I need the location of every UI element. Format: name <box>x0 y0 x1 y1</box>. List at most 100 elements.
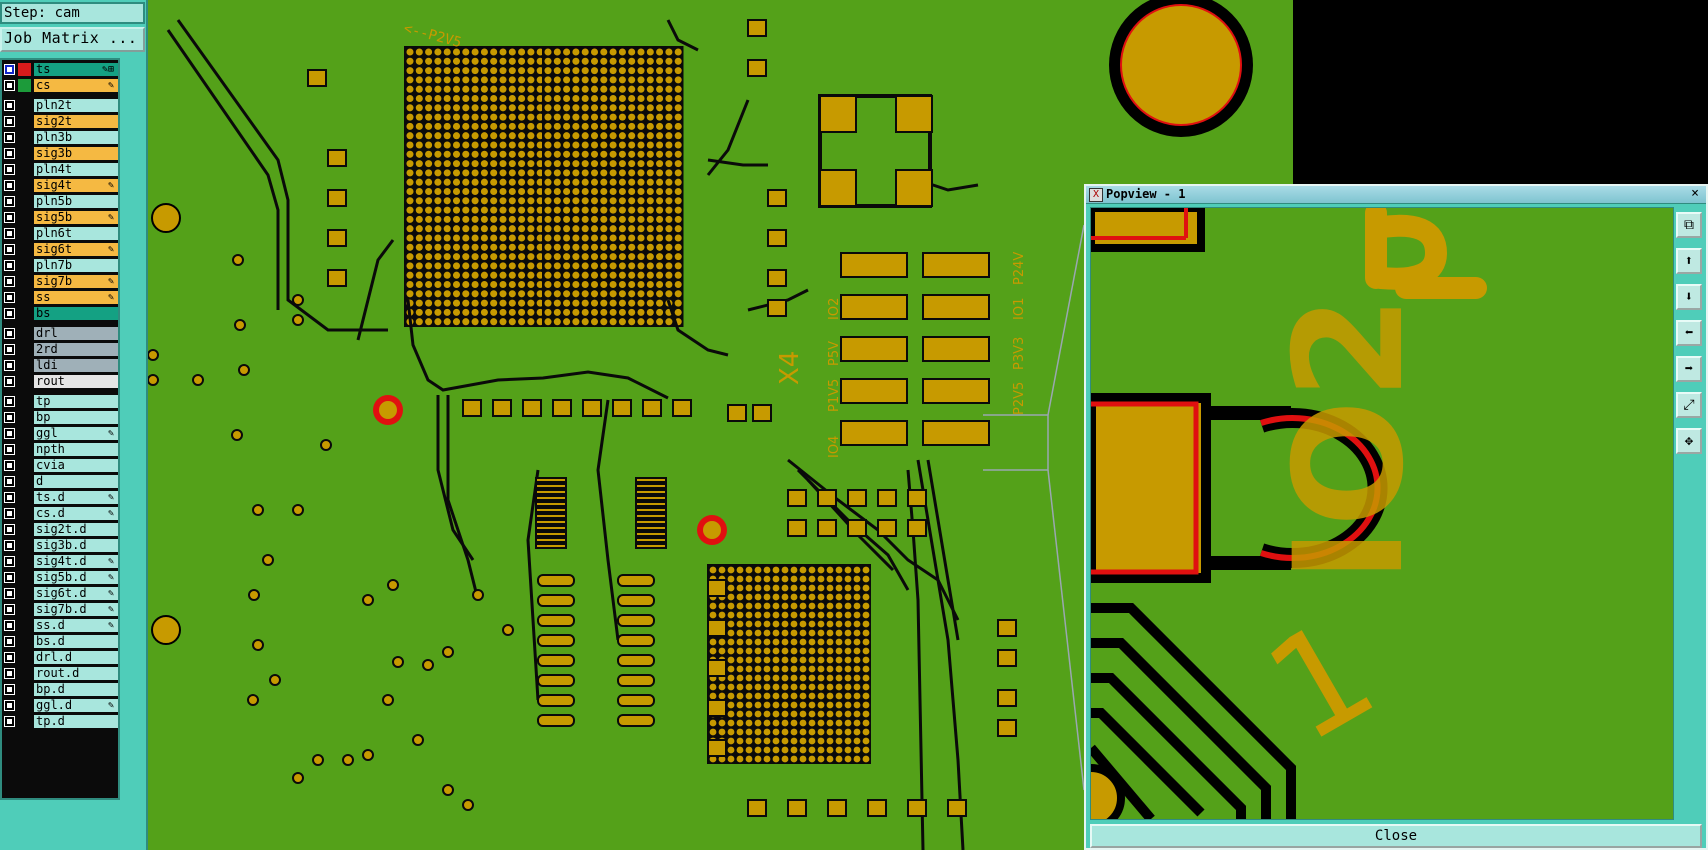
layer-name[interactable]: tp.d <box>34 715 118 728</box>
popview-titlebar[interactable]: X Popview - 1 × <box>1086 186 1706 204</box>
layer-name[interactable]: ldi <box>34 359 118 372</box>
layer-checkbox[interactable] <box>4 344 15 355</box>
pan-right-icon[interactable]: ➡ <box>1676 356 1702 382</box>
layer-name[interactable]: pln4t <box>34 163 118 176</box>
layer-row-bs-d[interactable]: bs.d <box>2 634 118 649</box>
layer-row-bp-d[interactable]: bp.d <box>2 682 118 697</box>
layer-row-sig7b[interactable]: sig7b ✎ <box>2 274 118 289</box>
layer-checkbox[interactable] <box>4 212 15 223</box>
job-matrix-button[interactable]: Job Matrix ... <box>0 27 145 52</box>
layer-checkbox[interactable] <box>4 636 15 647</box>
layer-row-rout-d[interactable]: rout.d <box>2 666 118 681</box>
layer-checkbox[interactable] <box>4 572 15 583</box>
layer-name[interactable]: sig7b.d ✎ <box>34 603 118 616</box>
layer-checkbox[interactable] <box>4 396 15 407</box>
layer-checkbox[interactable] <box>4 668 15 679</box>
layer-name[interactable]: rout <box>34 375 118 388</box>
layer-color-swatch[interactable] <box>18 63 31 76</box>
layer-checkbox[interactable] <box>4 524 15 535</box>
layer-row-ss[interactable]: ss ✎ <box>2 290 118 305</box>
zoom-in-icon[interactable]: ⤢ <box>1676 392 1702 418</box>
layer-name[interactable]: 2rd <box>34 343 118 356</box>
layer-row-npth[interactable]: npth <box>2 442 118 457</box>
layer-checkbox[interactable] <box>4 132 15 143</box>
layer-row-pln3b[interactable]: pln3b <box>2 130 118 145</box>
layer-checkbox[interactable] <box>4 180 15 191</box>
step-field[interactable]: Step: cam <box>0 2 145 24</box>
layer-name[interactable]: drl <box>34 327 118 340</box>
zoom-fit-icon[interactable]: ⧉ <box>1676 212 1702 238</box>
layer-checkbox[interactable] <box>4 276 15 287</box>
layer-color-swatch[interactable] <box>18 79 31 92</box>
layer-row-bs[interactable]: bs <box>2 306 118 321</box>
pan-left-icon[interactable]: ⬅ <box>1676 320 1702 346</box>
layer-row-d[interactable]: d <box>2 474 118 489</box>
layer-checkbox[interactable] <box>4 376 15 387</box>
window-menu-icon[interactable]: X <box>1089 188 1103 202</box>
layer-checkbox[interactable] <box>4 116 15 127</box>
layer-row-ggl-d[interactable]: ggl.d ✎ <box>2 698 118 713</box>
layer-name[interactable]: ggl.d ✎ <box>34 699 118 712</box>
layer-name[interactable]: bs.d <box>34 635 118 648</box>
layer-row-bp[interactable]: bp <box>2 410 118 425</box>
layer-row-sig4t[interactable]: sig4t ✎ <box>2 178 118 193</box>
layer-row-pln6t[interactable]: pln6t <box>2 226 118 241</box>
layer-row-sig6t-d[interactable]: sig6t.d ✎ <box>2 586 118 601</box>
layer-row-tp[interactable]: tp <box>2 394 118 409</box>
layer-name[interactable]: cs ✎ <box>34 79 118 92</box>
layer-name[interactable]: sig2t.d <box>34 523 118 536</box>
layer-checkbox[interactable] <box>4 444 15 455</box>
layer-name[interactable]: sig4t ✎ <box>34 179 118 192</box>
layer-row-cvia[interactable]: cvia <box>2 458 118 473</box>
layer-name[interactable]: tp <box>34 395 118 408</box>
layer-checkbox[interactable] <box>4 460 15 471</box>
layer-checkbox[interactable] <box>4 308 15 319</box>
layer-name[interactable]: pln6t <box>34 227 118 240</box>
layer-row-pln5b[interactable]: pln5b <box>2 194 118 209</box>
layer-name[interactable]: pln5b <box>34 195 118 208</box>
layer-name[interactable]: drl.d <box>34 651 118 664</box>
layer-name[interactable]: sig5b.d ✎ <box>34 571 118 584</box>
layer-row-2rd[interactable]: 2rd <box>2 342 118 357</box>
layer-name[interactable]: sig6t.d ✎ <box>34 587 118 600</box>
pan-up-icon[interactable]: ⬆ <box>1676 248 1702 274</box>
layer-checkbox[interactable] <box>4 700 15 711</box>
layer-row-sig3b-d[interactable]: sig3b.d <box>2 538 118 553</box>
layer-checkbox[interactable] <box>4 64 15 75</box>
layer-checkbox[interactable] <box>4 328 15 339</box>
layer-row-sig2t[interactable]: sig2t <box>2 114 118 129</box>
layer-checkbox[interactable] <box>4 604 15 615</box>
layer-checkbox[interactable] <box>4 228 15 239</box>
popview-zoom-canvas[interactable]: IO2 1 <box>1090 207 1674 820</box>
layer-name[interactable]: sig3b <box>34 147 118 160</box>
layer-row-drl-d[interactable]: drl.d <box>2 650 118 665</box>
layer-checkbox[interactable] <box>4 292 15 303</box>
layer-checkbox[interactable] <box>4 540 15 551</box>
layer-row-pln7b[interactable]: pln7b <box>2 258 118 273</box>
layer-row-sig6t[interactable]: sig6t ✎ <box>2 242 118 257</box>
zoom-out-icon[interactable]: ✥ <box>1676 428 1702 454</box>
layer-checkbox[interactable] <box>4 412 15 423</box>
layer-checkbox[interactable] <box>4 360 15 371</box>
layer-name[interactable]: sig4t.d ✎ <box>34 555 118 568</box>
layer-row-ss-d[interactable]: ss.d ✎ <box>2 618 118 633</box>
layer-row-ggl[interactable]: ggl ✎ <box>2 426 118 441</box>
layer-checkbox[interactable] <box>4 428 15 439</box>
layer-name[interactable]: pln2t <box>34 99 118 112</box>
layer-checkbox[interactable] <box>4 652 15 663</box>
layer-name[interactable]: pln3b <box>34 131 118 144</box>
layer-checkbox[interactable] <box>4 196 15 207</box>
layer-checkbox[interactable] <box>4 492 15 503</box>
layer-name[interactable]: ss.d ✎ <box>34 619 118 632</box>
layer-row-sig5b-d[interactable]: sig5b.d ✎ <box>2 570 118 585</box>
layer-name[interactable]: sig7b ✎ <box>34 275 118 288</box>
layer-checkbox[interactable] <box>4 164 15 175</box>
layer-name[interactable]: ts.d ✎ <box>34 491 118 504</box>
layer-checkbox[interactable] <box>4 476 15 487</box>
layer-name[interactable]: sig6t ✎ <box>34 243 118 256</box>
layer-row-rout[interactable]: rout <box>2 374 118 389</box>
layer-name[interactable]: bp.d <box>34 683 118 696</box>
layer-checkbox[interactable] <box>4 148 15 159</box>
layer-name[interactable]: npth <box>34 443 118 456</box>
layer-row-cs[interactable]: cs ✎ <box>2 78 118 93</box>
